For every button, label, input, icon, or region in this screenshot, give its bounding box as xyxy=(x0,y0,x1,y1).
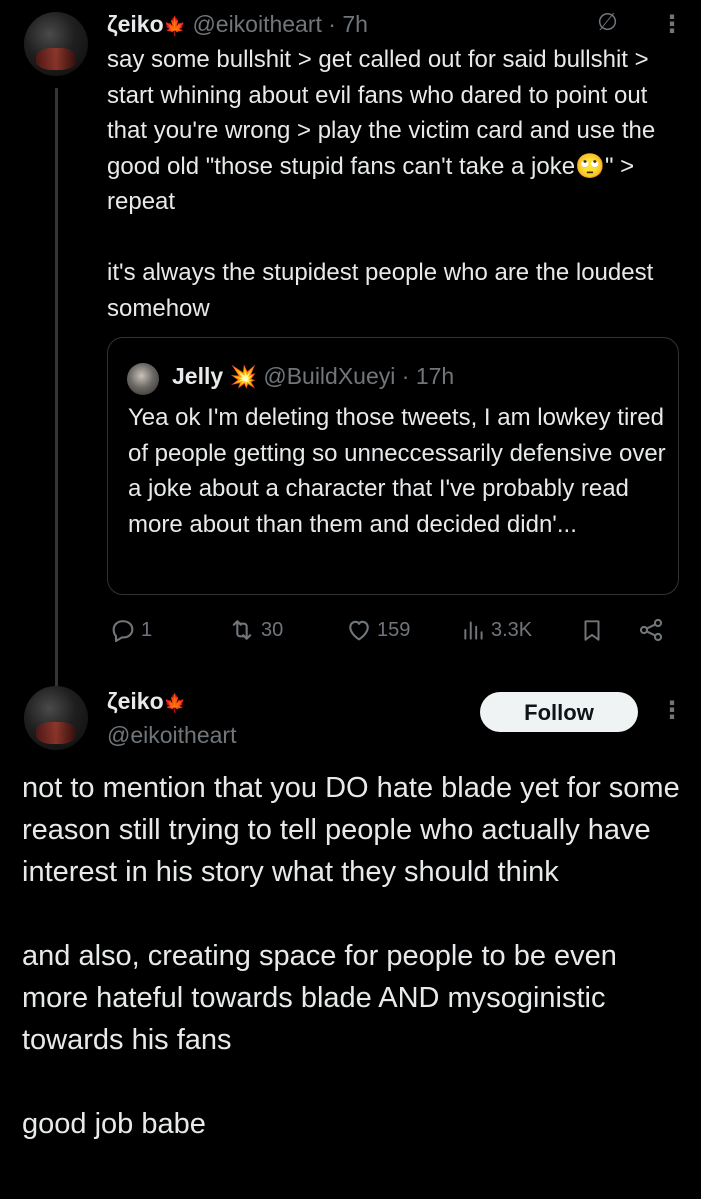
tweet-header: ζeiko🍁 @eikoitheart · 7h xyxy=(107,10,368,40)
quoted-tweet-time: · 17h xyxy=(401,363,455,389)
avatar[interactable] xyxy=(24,12,88,76)
like-count: 159 xyxy=(377,618,411,641)
maple-leaf-icon: 🍁 xyxy=(163,693,187,713)
quoted-tweet-card[interactable]: Jelly 💥 @BuildXueyi · 17h Yea ok I'm del… xyxy=(107,337,679,595)
follow-button[interactable]: Follow xyxy=(480,692,638,732)
tweet-text: say some bullshit > get called out for s… xyxy=(107,46,656,322)
author-name[interactable]: ζeiko xyxy=(107,11,164,37)
author-handle[interactable]: @eikoitheart xyxy=(192,11,321,37)
thread-connector-line xyxy=(55,88,58,688)
maple-leaf-icon: 🍁 xyxy=(163,16,187,36)
grok-icon[interactable]: ∅ xyxy=(597,8,618,37)
explosion-icon: 💥 xyxy=(229,364,257,389)
share-icon xyxy=(639,618,663,642)
quoted-tweet-text: Yea ok I'm deleting those tweets, I am l… xyxy=(128,404,673,538)
like-button[interactable]: 159 xyxy=(345,612,410,648)
reply-avatar[interactable] xyxy=(24,686,88,750)
more-options-icon[interactable]: ⋮ xyxy=(660,696,684,725)
repost-count: 30 xyxy=(261,618,284,641)
reply-author-name[interactable]: ζeiko xyxy=(107,688,164,714)
tweet-action-bar: 1 30 159 3.3K xyxy=(107,612,687,648)
reply-icon xyxy=(112,620,134,643)
reply-author-handle[interactable]: @eikoitheart xyxy=(107,720,236,750)
heart-icon xyxy=(349,620,369,641)
bookmark-icon xyxy=(584,620,600,641)
share-button[interactable] xyxy=(637,612,665,648)
quoted-author-handle: @BuildXueyi xyxy=(263,363,396,389)
reply-count: 1 xyxy=(141,618,153,641)
analytics-icon xyxy=(464,621,483,640)
more-options-icon[interactable]: ⋮ xyxy=(660,10,684,39)
views-count: 3.3K xyxy=(491,618,533,641)
quoted-tweet-header: Jelly 💥 @BuildXueyi · 17h xyxy=(172,362,454,391)
reply-text: not to mention that you DO hate blade ye… xyxy=(22,772,680,1140)
quoted-author-name: Jelly xyxy=(172,363,224,389)
repost-icon xyxy=(232,620,252,640)
tweet-time[interactable]: · 7h xyxy=(328,11,368,37)
reply-header: ζeiko🍁 @eikoitheart xyxy=(107,686,236,750)
repost-button[interactable]: 30 xyxy=(227,612,283,648)
bookmark-button[interactable] xyxy=(579,612,605,648)
views-button[interactable]: 3.3K xyxy=(461,612,532,648)
quoted-avatar xyxy=(127,363,159,395)
reply-button[interactable]: 1 xyxy=(109,612,152,648)
